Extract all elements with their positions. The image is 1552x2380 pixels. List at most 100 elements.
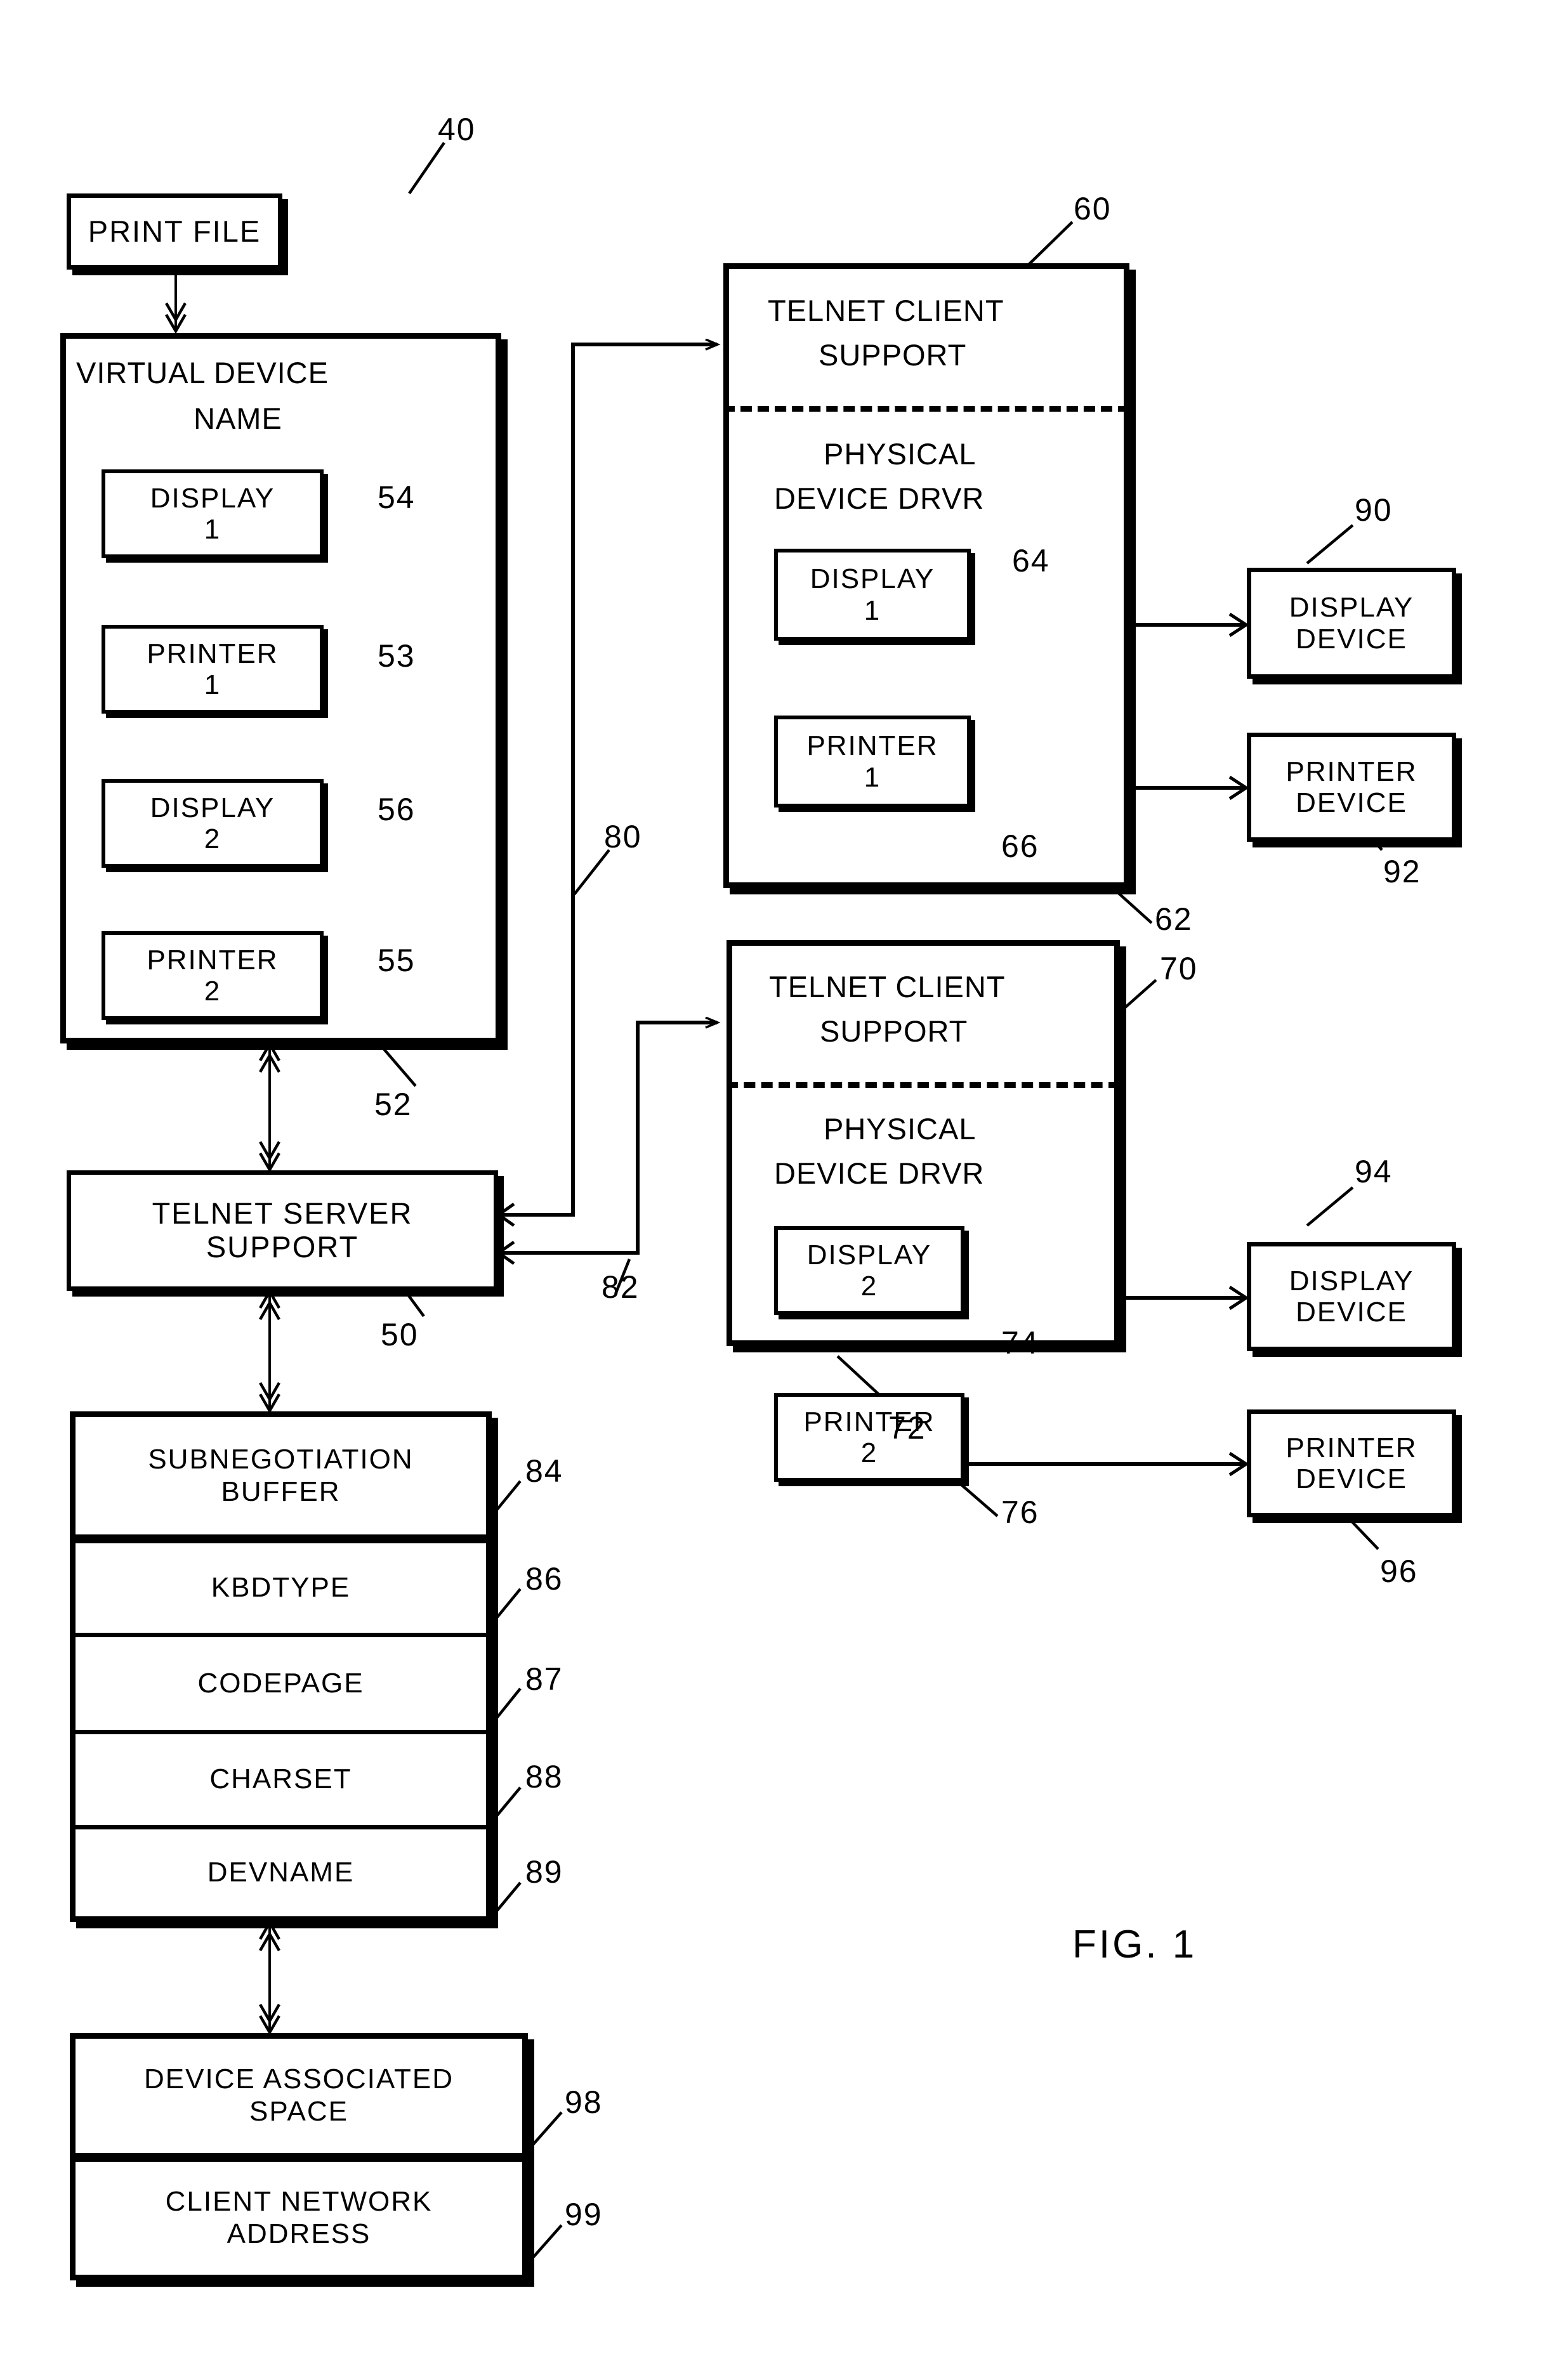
subneg-field-kbdtype-label: KBDTYPE (211, 1572, 351, 1604)
ref-66: 66 (1001, 828, 1039, 864)
ref-53: 53 (378, 638, 416, 674)
ref-80: 80 (604, 819, 642, 854)
print-file-box: PRINT FILE (67, 193, 282, 270)
das-header-line1: DEVICE ASSOCIATED (144, 2063, 454, 2095)
display-device-2-line1: DISPLAY (1289, 1265, 1414, 1297)
vdn-item-printer-1: PRINTER 1 (102, 625, 324, 714)
ref-88: 88 (525, 1759, 563, 1795)
display-device-1-line1: DISPLAY (1289, 592, 1414, 624)
ref-74: 74 (1001, 1325, 1039, 1361)
ref-89: 89 (525, 1854, 563, 1890)
wire-printfile-to-vdn (165, 271, 187, 334)
vdn-item-display-1: DISPLAY 1 (102, 469, 324, 558)
printer-device-1-line1: PRINTER (1286, 755, 1417, 787)
ref-86: 86 (525, 1561, 563, 1597)
das-field-client-network-address-line2: ADDRESS (227, 2218, 371, 2249)
vdn-item-display-1-line1: DISPLAY (150, 482, 275, 514)
telnet-client-2-divider (727, 1082, 1120, 1088)
figure-caption: FIG. 1 (1072, 1923, 1197, 1966)
vdn-item-display-1-line2: 1 (204, 514, 221, 545)
patent-figure-1: PRINT FILE 40 VIRTUAL DEVICE NAME DISPLA… (0, 0, 1552, 2380)
ref-94: 94 (1355, 1154, 1393, 1189)
telnet-client-1-item-printer-1-line2: 1 (864, 761, 881, 793)
subneg-field-devname: DEVNAME (76, 1825, 486, 1916)
device-associated-space-box: DEVICE ASSOCIATED SPACE CLIENT NETWORK A… (70, 2033, 528, 2280)
ref-76: 76 (1001, 1494, 1039, 1530)
telnet-client-2-item-printer-2-line2: 2 (860, 1437, 878, 1468)
virtual-device-name-title-line2: NAME (194, 402, 282, 435)
ref-64: 64 (1012, 543, 1050, 579)
telnet-client-2-item-printer-2: PRINTER 2 (774, 1393, 964, 1482)
subneg-header-line2: BUFFER (221, 1475, 341, 1507)
telnet-client-2-top-line1: TELNET CLIENT (769, 970, 1006, 1004)
telnet-client-1-item-printer-1: PRINTER 1 (774, 716, 971, 808)
telnet-client-1-item-display-1-line1: DISPLAY (810, 563, 935, 595)
ref-96: 96 (1380, 1553, 1418, 1589)
ref-54: 54 (378, 480, 416, 515)
display-device-1-box: DISPLAY DEVICE (1247, 568, 1456, 679)
telnet-client-2-bottom-line2: DEVICE DRVR (774, 1156, 985, 1190)
das-field-client-network-address-line1: CLIENT NETWORK (165, 2186, 433, 2218)
ref-82: 82 (602, 1269, 640, 1305)
ref-52: 52 (374, 1087, 412, 1122)
subneg-field-charset: CHARSET (76, 1730, 486, 1825)
telnet-client-1-bottom-line2: DEVICE DRVR (774, 481, 985, 515)
ref-70: 70 (1160, 951, 1198, 986)
subneg-field-kbdtype: KBDTYPE (76, 1534, 486, 1633)
wire-80 (498, 344, 717, 1217)
wire-80-return (496, 1202, 515, 1227)
printer-device-1-box: PRINTER DEVICE (1247, 733, 1456, 842)
ref-60: 60 (1074, 191, 1112, 226)
telnet-server-support-line2: SUPPORT (206, 1230, 359, 1264)
telnet-client-2-bottom-line1: PHYSICAL (824, 1112, 977, 1146)
print-file-label: PRINT FILE (88, 214, 261, 248)
telnet-server-support-line1: TELNET SERVER (152, 1196, 413, 1231)
subnegotiation-buffer-box: SUBNEGOTIATION BUFFER KBDTYPE CODEPAGE C… (70, 1411, 492, 1922)
telnet-client-2-item-display-2-line1: DISPLAY (806, 1239, 932, 1271)
wire-server-to-subneg (259, 1288, 280, 1414)
vdn-item-printer-2-line2: 2 (204, 976, 221, 1007)
printer-device-2-line2: DEVICE (1296, 1463, 1407, 1494)
display-device-2-line2: DEVICE (1296, 1297, 1407, 1328)
ref-55: 55 (378, 943, 416, 978)
vdn-item-printer-2-line1: PRINTER (147, 944, 279, 976)
printer-device-2-line1: PRINTER (1286, 1432, 1417, 1463)
telnet-client-1-top-line1: TELNET CLIENT (768, 294, 1004, 327)
telnet-client-2-top-line2: SUPPORT (820, 1014, 968, 1048)
ref-92: 92 (1383, 854, 1421, 889)
ref-99: 99 (565, 2197, 603, 2232)
subneg-header-line1: SUBNEGOTIATION (148, 1443, 414, 1475)
wire-vdn-to-server (259, 1041, 280, 1173)
ref-72: 72 (888, 1410, 926, 1446)
ref-84: 84 (525, 1453, 563, 1489)
subneg-field-codepage: CODEPAGE (76, 1633, 486, 1730)
printer-device-1-line2: DEVICE (1296, 787, 1407, 818)
ref-90: 90 (1355, 492, 1393, 528)
telnet-client-1-divider (723, 406, 1129, 412)
das-header: DEVICE ASSOCIATED SPACE (76, 2039, 522, 2153)
printer-device-2-box: PRINTER DEVICE (1247, 1409, 1456, 1517)
telnet-client-1-bottom-line1: PHYSICAL (824, 437, 977, 471)
telnet-server-support-box: TELNET SERVER SUPPORT (67, 1170, 498, 1291)
ref-98: 98 (565, 2084, 603, 2120)
das-field-client-network-address: CLIENT NETWORK ADDRESS (76, 2153, 522, 2275)
wire-82 (496, 1023, 717, 1265)
ref-87: 87 (525, 1661, 563, 1697)
virtual-device-name-title-line1: VIRTUAL DEVICE (76, 356, 329, 389)
ref-40: 40 (438, 112, 476, 147)
vdn-item-printer-1-line1: PRINTER (147, 638, 279, 669)
vdn-item-printer-1-line2: 1 (204, 669, 221, 700)
telnet-client-1-top-line2: SUPPORT (819, 338, 967, 372)
subneg-field-charset-label: CHARSET (209, 1763, 352, 1795)
display-device-1-line2: DEVICE (1296, 623, 1407, 655)
subneg-field-codepage-label: CODEPAGE (197, 1667, 364, 1699)
subneg-field-devname-label: DEVNAME (207, 1856, 355, 1888)
vdn-item-display-2: DISPLAY 2 (102, 779, 324, 868)
vdn-item-display-2-line2: 2 (204, 823, 221, 854)
vdn-item-printer-2: PRINTER 2 (102, 931, 324, 1020)
telnet-client-1-item-printer-1-line1: PRINTER (806, 730, 938, 762)
vdn-item-display-2-line1: DISPLAY (150, 792, 275, 823)
telnet-client-2-item-display-2-line2: 2 (860, 1271, 878, 1302)
ref-50: 50 (381, 1317, 419, 1352)
das-header-line2: SPACE (249, 2096, 348, 2127)
